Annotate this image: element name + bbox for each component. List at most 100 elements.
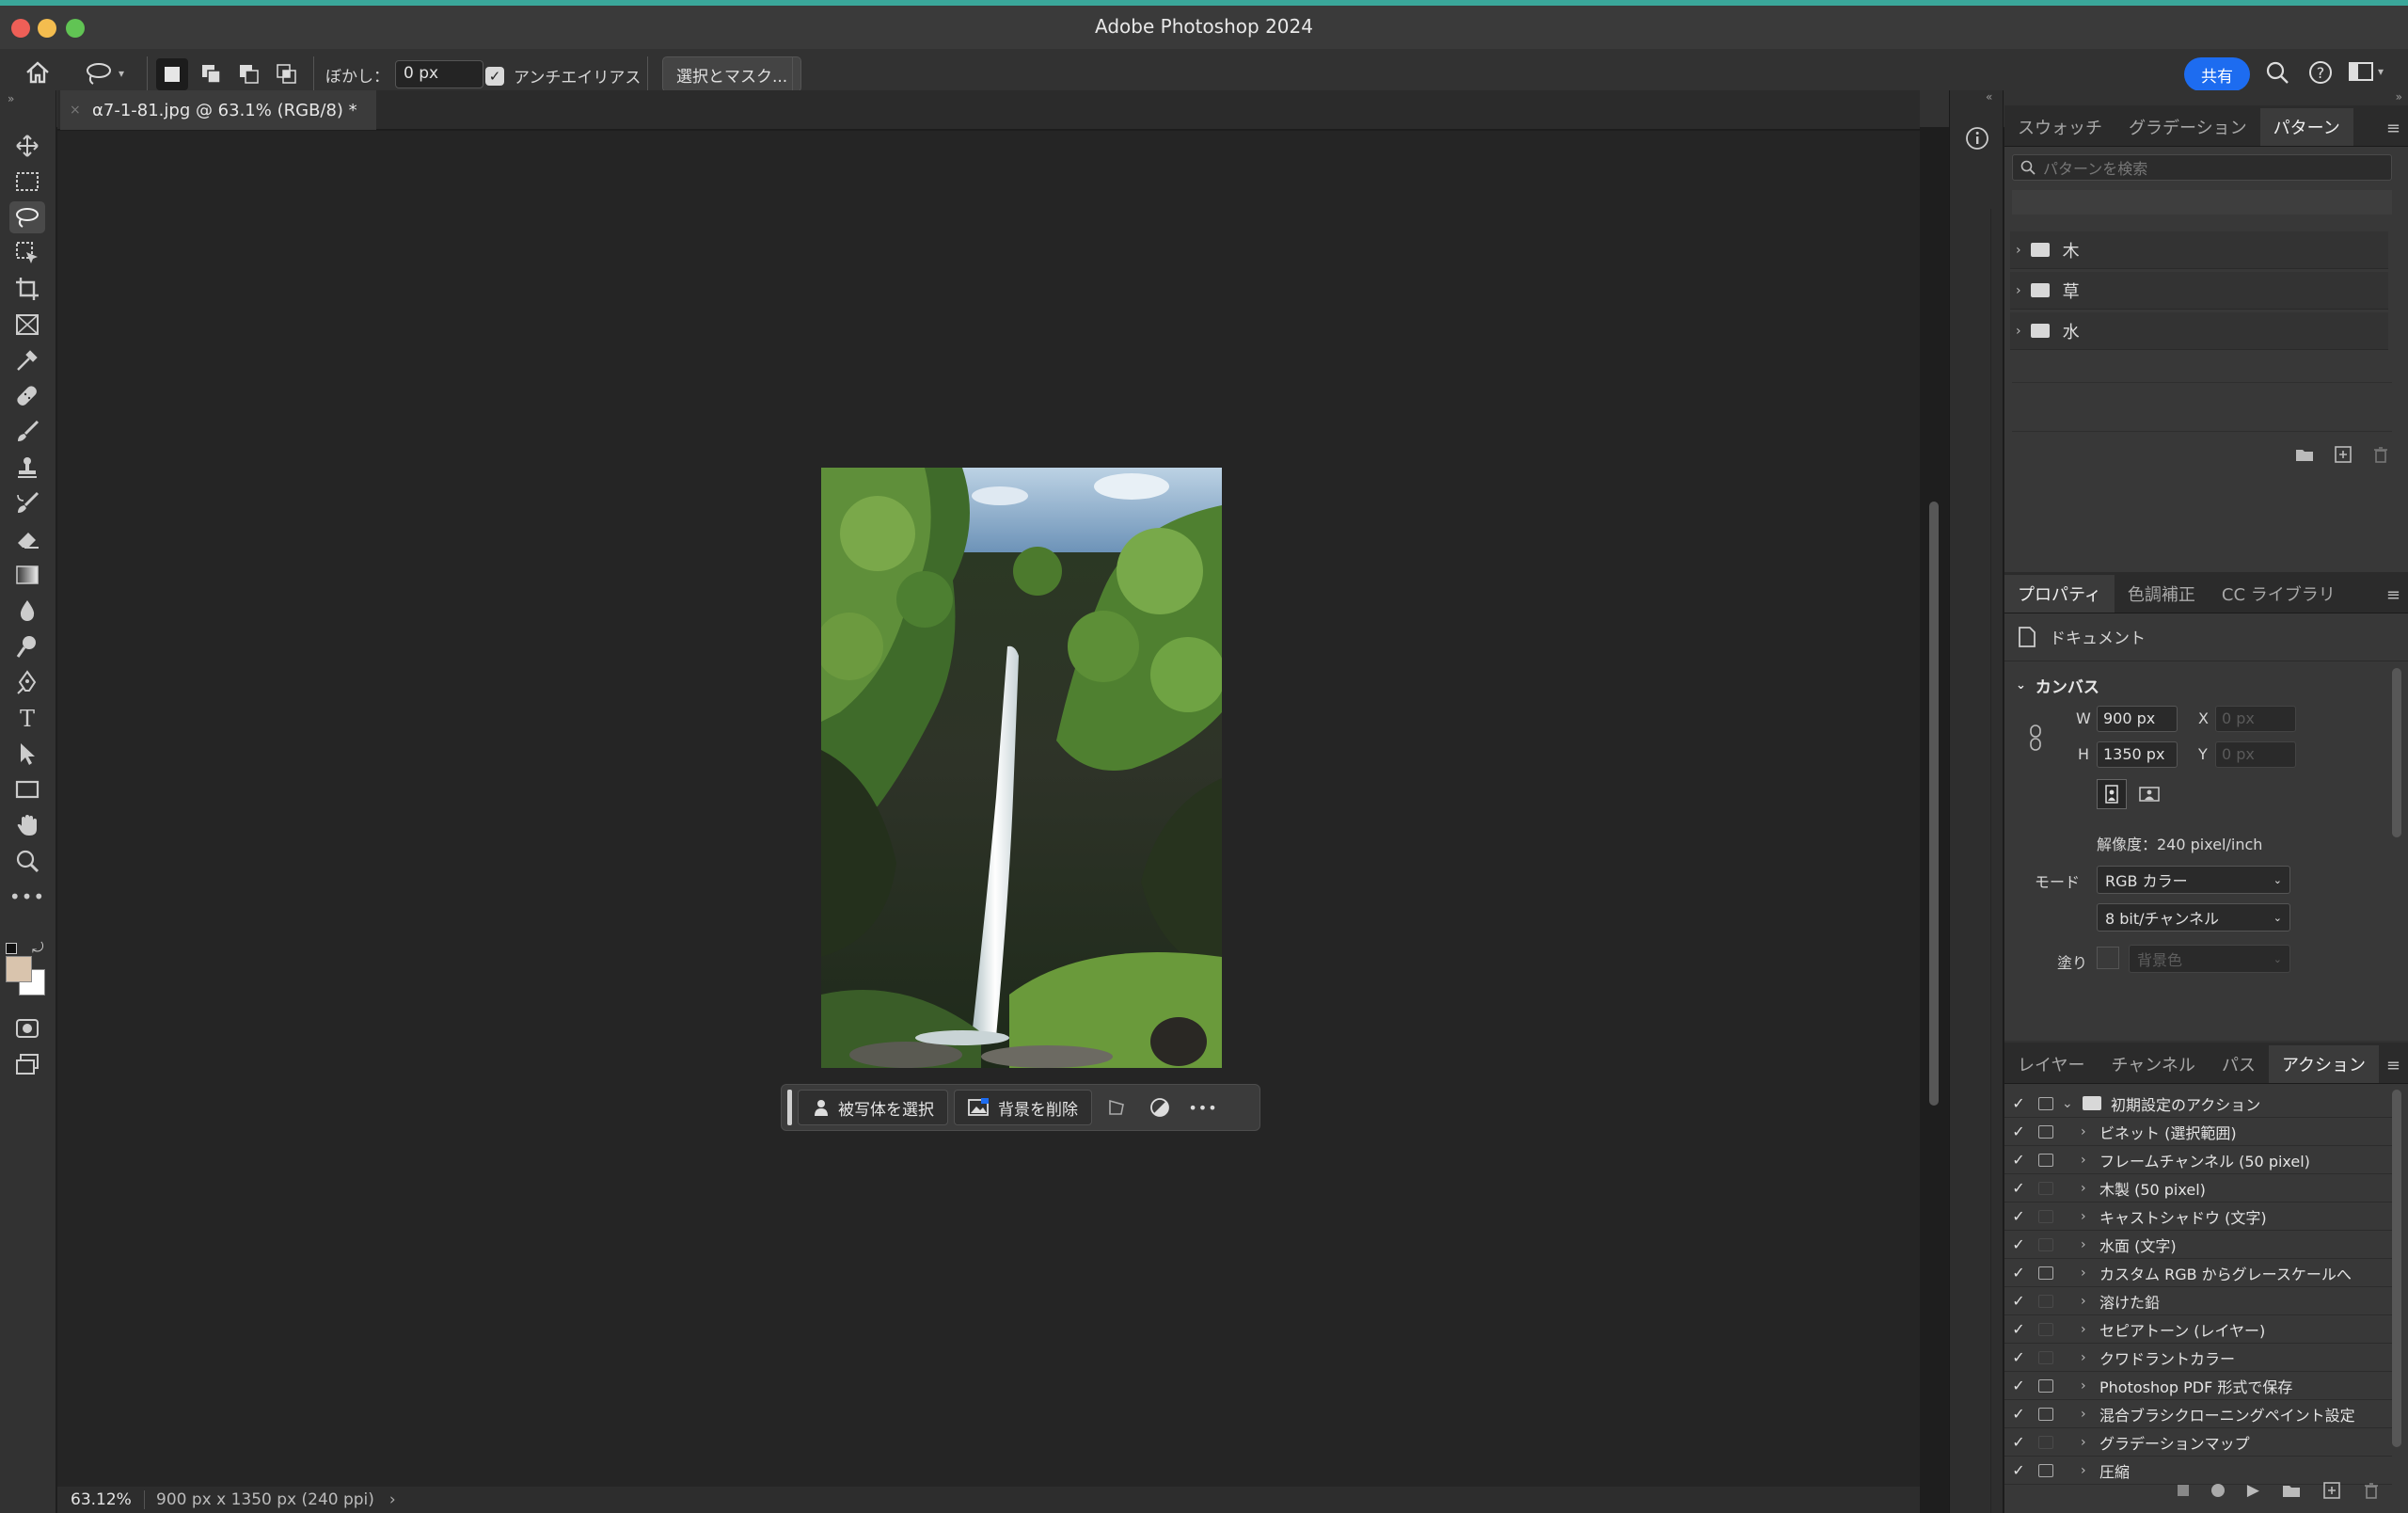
action-row[interactable]: ✓ › フレームチャンネル (50 pixel) <box>2004 1146 2392 1174</box>
taskbar-drag-handle[interactable] <box>787 1090 792 1125</box>
action-row[interactable]: ✓ › 木製 (50 pixel) <box>2004 1174 2392 1202</box>
more-options-button[interactable]: ••• <box>1184 1090 1222 1125</box>
foreground-color-swatch[interactable] <box>6 956 32 982</box>
action-row[interactable]: ✓ › クワドラントカラー <box>2004 1344 2392 1372</box>
expand-panels-icon[interactable]: » <box>2396 90 2402 104</box>
action-dialog-toggle[interactable] <box>2038 1096 2053 1110</box>
chevron-down-icon[interactable]: ⌄ <box>2062 1096 2075 1111</box>
tab-swatches[interactable]: スウォッチ <box>2004 108 2115 146</box>
action-dialog-toggle[interactable] <box>2038 1294 2053 1308</box>
eraser-tool[interactable] <box>9 523 45 555</box>
pattern-folder-wood[interactable]: › 木 <box>2010 231 2388 269</box>
chevron-right-icon[interactable]: › <box>2081 1322 2094 1337</box>
action-enabled-checkbox[interactable]: ✓ <box>2004 1094 2033 1112</box>
action-enabled-checkbox[interactable]: ✓ <box>2004 1207 2033 1225</box>
document-tab[interactable]: × α7-1-81.jpg @ 63.1% (RGB/8) * <box>60 90 376 130</box>
new-selection-button[interactable] <box>156 58 188 90</box>
color-mode-select[interactable]: RGB カラー ⌄ <box>2097 866 2290 894</box>
tab-properties[interactable]: プロパティ <box>2004 575 2115 613</box>
panel-menu-icon[interactable]: ≡ <box>2386 1056 2400 1075</box>
zoom-tool[interactable] <box>9 845 45 877</box>
tab-actions[interactable]: アクション <box>2268 1045 2380 1083</box>
action-enabled-checkbox[interactable]: ✓ <box>2004 1348 2033 1366</box>
tab-gradients[interactable]: グラデーション <box>2115 108 2260 146</box>
action-row[interactable]: ✓ › 溶けた鉛 <box>2004 1287 2392 1315</box>
new-group-icon[interactable] <box>2295 447 2314 462</box>
chevron-right-icon[interactable]: › <box>2081 1237 2094 1252</box>
new-pattern-icon[interactable] <box>2335 446 2352 463</box>
pattern-folder-grass[interactable]: › 草 <box>2010 272 2388 310</box>
path-selection-tool[interactable] <box>9 738 45 770</box>
vertical-scrollbar[interactable] <box>1929 502 1939 1106</box>
feather-input[interactable]: 0 px <box>395 60 483 88</box>
swap-colors-icon[interactable]: ⤾ <box>32 939 44 956</box>
action-dialog-toggle[interactable] <box>2038 1153 2053 1167</box>
action-dialog-toggle[interactable] <box>2038 1124 2053 1139</box>
record-icon[interactable] <box>2210 1484 2225 1497</box>
tab-cc-libraries[interactable]: CC ライブラリ <box>2209 575 2349 613</box>
canvas-height-input[interactable]: 1350 px <box>2097 741 2178 768</box>
action-enabled-checkbox[interactable]: ✓ <box>2004 1235 2033 1253</box>
fill-select[interactable]: 背景色 ⌄ <box>2129 945 2290 973</box>
remove-background-button[interactable]: 背景を削除 <box>954 1090 1092 1125</box>
transform-button[interactable] <box>1098 1090 1135 1125</box>
landscape-button[interactable] <box>2134 779 2164 809</box>
search-button[interactable] <box>2265 60 2289 89</box>
actions-scrollbar[interactable] <box>2392 1090 2401 1447</box>
edit-toolbar-button[interactable]: ••• <box>9 881 45 913</box>
frame-tool[interactable] <box>9 309 45 341</box>
type-tool[interactable]: T <box>9 702 45 734</box>
portrait-button[interactable] <box>2097 779 2127 809</box>
tab-paths[interactable]: パス <box>2209 1045 2269 1083</box>
canvas-y-input[interactable]: 0 px <box>2215 741 2296 768</box>
action-dialog-toggle[interactable] <box>2038 1435 2053 1449</box>
link-dimensions-button[interactable] <box>2029 725 2042 756</box>
new-set-icon[interactable] <box>2282 1483 2301 1498</box>
action-row[interactable]: ✓ › Photoshop PDF 形式で保存 <box>2004 1372 2392 1400</box>
stop-icon[interactable] <box>2177 1485 2189 1496</box>
action-enabled-checkbox[interactable]: ✓ <box>2004 1377 2033 1394</box>
action-dialog-toggle[interactable] <box>2038 1463 2053 1477</box>
select-subject-button[interactable]: 被写体を選択 <box>798 1090 948 1125</box>
healing-brush-tool[interactable] <box>9 380 45 412</box>
action-enabled-checkbox[interactable]: ✓ <box>2004 1405 2033 1423</box>
chevron-right-icon[interactable]: › <box>2081 1153 2094 1168</box>
properties-scrollbar[interactable] <box>2392 668 2401 837</box>
action-dialog-toggle[interactable] <box>2038 1322 2053 1336</box>
chevron-right-icon[interactable]: › <box>2081 1294 2094 1309</box>
select-and-mask-button[interactable]: 選択とマスク... <box>662 56 802 92</box>
chevron-right-icon[interactable]: › <box>2081 1266 2094 1281</box>
action-dialog-toggle[interactable] <box>2038 1209 2053 1223</box>
history-brush-tool[interactable] <box>9 487 45 519</box>
quick-mask-button[interactable] <box>9 1012 45 1044</box>
chevron-right-icon[interactable]: › <box>389 1490 396 1509</box>
canvas-area[interactable] <box>57 131 1939 1501</box>
chevron-right-icon[interactable]: › <box>2081 1407 2094 1422</box>
canvas-x-input[interactable]: 0 px <box>2215 706 2296 732</box>
tab-patterns[interactable]: パターン <box>2259 108 2353 146</box>
tab-adjustments[interactable]: 色調補正 <box>2115 575 2209 613</box>
new-action-icon[interactable] <box>2323 1482 2340 1499</box>
tool-preset-picker[interactable]: ▾ <box>85 60 124 87</box>
tab-layers[interactable]: レイヤー <box>2004 1045 2098 1083</box>
pen-tool[interactable] <box>9 666 45 698</box>
move-tool[interactable] <box>9 130 45 162</box>
tab-channels[interactable]: チャンネル <box>2098 1045 2208 1083</box>
trash-icon[interactable] <box>2372 446 2389 463</box>
action-row[interactable]: ✓ › ビネット (選択範囲) <box>2004 1118 2392 1146</box>
chevron-right-icon[interactable]: › <box>2081 1181 2094 1196</box>
action-dialog-toggle[interactable] <box>2038 1350 2053 1364</box>
add-to-selection-button[interactable] <box>198 58 226 90</box>
fill-swatch[interactable] <box>2097 947 2119 969</box>
action-row[interactable]: ✓ › 水面 (文字) <box>2004 1231 2392 1259</box>
share-button[interactable]: 共有 <box>2184 57 2250 91</box>
close-tab-icon[interactable]: × <box>70 103 81 118</box>
hand-tool[interactable] <box>9 809 45 841</box>
gradient-tool[interactable] <box>9 559 45 591</box>
home-button[interactable] <box>24 60 51 89</box>
bit-depth-select[interactable]: 8 bit/チャンネル ⌄ <box>2097 903 2290 932</box>
subtract-selection-button[interactable] <box>235 58 263 90</box>
action-row[interactable]: ✓ › キャストシャドウ (文字) <box>2004 1202 2392 1231</box>
pattern-folder-water[interactable]: › 水 <box>2010 312 2388 350</box>
action-enabled-checkbox[interactable]: ✓ <box>2004 1320 2033 1338</box>
